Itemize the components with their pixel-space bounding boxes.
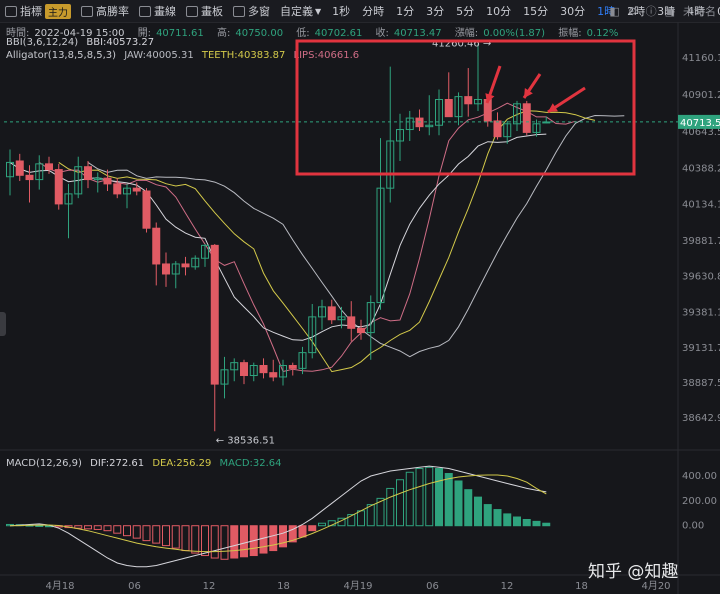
y-tick-label: 40134.13 xyxy=(682,200,720,211)
candle-body xyxy=(181,263,190,268)
macd-tick-label: 200.00 xyxy=(682,496,717,507)
low-price-label: ← 38536.51 xyxy=(216,435,275,446)
y-tick-label: 40388.22 xyxy=(682,163,720,174)
candle-body xyxy=(103,177,112,185)
candle-body xyxy=(240,362,248,377)
macd-bar xyxy=(103,525,112,532)
last-price-label: 40713.5 xyxy=(680,118,720,129)
macd-bar xyxy=(513,516,521,527)
macd-bar xyxy=(230,525,239,559)
jaw-line xyxy=(87,114,625,358)
x-tick-label: 18 xyxy=(277,581,290,592)
x-tick-label: 06 xyxy=(426,581,439,592)
y-tick-label: 39131.75 xyxy=(682,343,720,354)
candle-body xyxy=(142,190,151,229)
candle-body xyxy=(15,160,24,176)
macd-bar xyxy=(405,471,414,527)
macd-bar xyxy=(483,504,492,527)
candle-body xyxy=(269,372,278,378)
bbi-line xyxy=(9,133,547,341)
macd-bar xyxy=(522,519,531,527)
candle-body xyxy=(45,163,53,171)
candle-body xyxy=(162,263,170,275)
macd-bar xyxy=(542,522,551,527)
macd-bar xyxy=(357,510,365,527)
macd-bar xyxy=(415,468,424,527)
macd-bar xyxy=(435,468,443,527)
macd-bar xyxy=(220,525,229,560)
y-tick-label: 39881.77 xyxy=(682,236,720,247)
candle-body xyxy=(522,103,531,133)
macd-bar xyxy=(464,489,473,527)
candle-body xyxy=(54,169,63,205)
y-tick-label: 40901.21 xyxy=(682,90,720,101)
candle-body xyxy=(444,98,453,118)
macd-tick-label: 0.00 xyxy=(682,521,704,532)
x-tick-label: 06 xyxy=(128,581,141,592)
candle-body xyxy=(288,365,297,369)
teeth-line xyxy=(58,110,596,373)
macd-bar xyxy=(142,525,151,542)
macd-bar xyxy=(366,504,375,527)
macd-bar xyxy=(259,525,268,554)
y-tick-label: 39630.86 xyxy=(682,272,720,283)
candle-body xyxy=(210,244,219,385)
macd-bar xyxy=(396,479,404,527)
candle-body xyxy=(25,174,34,181)
macd-bar xyxy=(269,525,278,552)
macd-bar xyxy=(318,522,326,527)
candlestick-chart: 41160.1740901.2140643.5840388.2240134.13… xyxy=(0,22,720,594)
x-tick-label: 4月18 xyxy=(45,580,74,592)
macd-bar xyxy=(74,525,83,529)
macd-bar xyxy=(493,509,502,527)
x-tick-label: 4月19 xyxy=(343,580,372,592)
highlight-box xyxy=(295,39,636,176)
macd-bar xyxy=(240,525,248,558)
macd-bar xyxy=(181,525,190,552)
y-tick-label: 39381.15 xyxy=(682,307,720,318)
candle-body xyxy=(357,327,365,334)
macd-bar xyxy=(298,525,307,538)
watermark: 知乎 @知趣 xyxy=(588,562,679,582)
macd-bar xyxy=(532,520,541,527)
macd-bar xyxy=(162,525,170,547)
macd-bar xyxy=(444,473,453,527)
macd-bar xyxy=(454,480,463,527)
macd-tick-label: 400.00 xyxy=(682,471,717,482)
candle-body xyxy=(464,96,473,105)
candle-body xyxy=(113,183,122,195)
macd-bar xyxy=(152,525,161,544)
macd-bar xyxy=(132,525,141,539)
macd-bar xyxy=(84,525,92,530)
macd-bar xyxy=(474,496,482,527)
candle-body xyxy=(132,187,141,192)
candle-body xyxy=(493,120,502,138)
y-tick-label: 38642.95 xyxy=(682,413,720,424)
macd-bar xyxy=(503,513,512,527)
candle-body xyxy=(152,227,161,265)
y-tick-label: 38887.52 xyxy=(682,378,720,389)
x-tick-label: 12 xyxy=(203,581,216,592)
x-tick-label: 18 xyxy=(575,581,588,592)
lips-line xyxy=(39,102,576,373)
macd-bar xyxy=(210,525,219,559)
macd-bar xyxy=(123,525,131,537)
candle-body xyxy=(347,316,356,329)
macd-bar xyxy=(191,525,200,554)
candle-body xyxy=(259,365,268,374)
macd-bar xyxy=(386,487,395,527)
macd-bar xyxy=(308,525,317,532)
macd-bar xyxy=(93,525,102,530)
macd-bar xyxy=(425,466,434,527)
x-tick-label: 12 xyxy=(501,581,514,592)
candle-body xyxy=(327,306,336,321)
macd-bar xyxy=(171,525,180,549)
macd-bar xyxy=(113,525,122,534)
candle-body xyxy=(84,166,92,181)
y-tick-label: 41160.17 xyxy=(682,53,720,64)
